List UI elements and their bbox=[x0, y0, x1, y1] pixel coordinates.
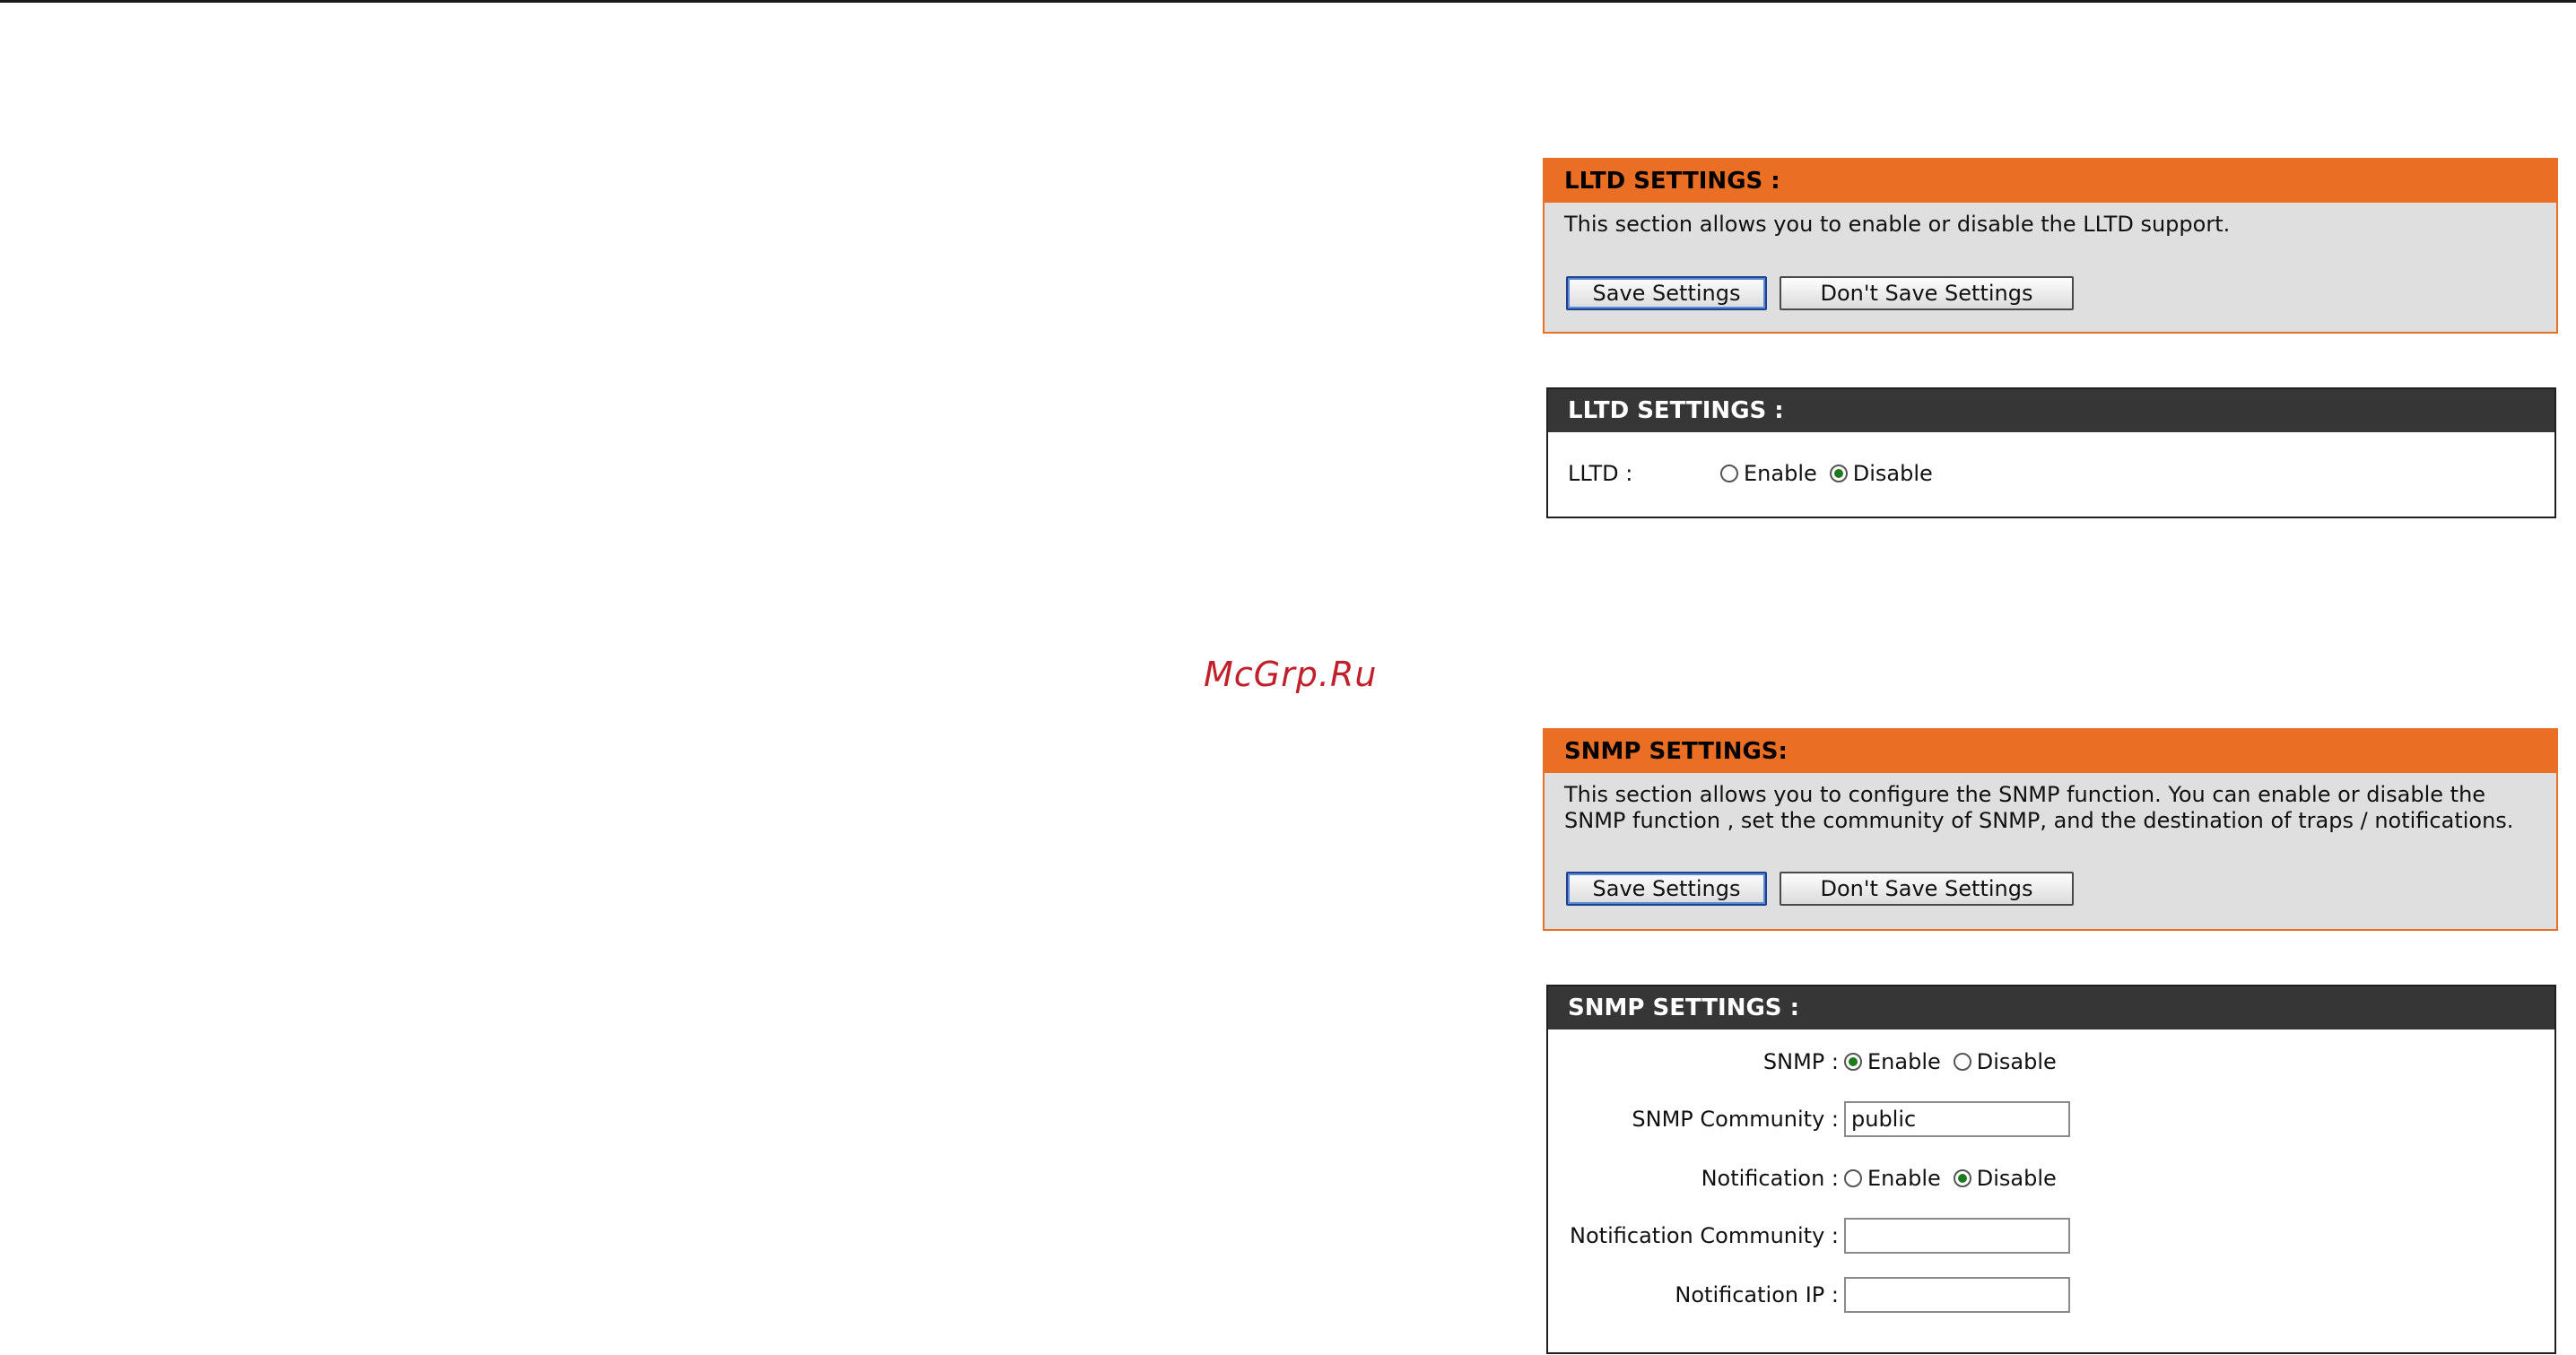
lltd-disable-radio[interactable] bbox=[1829, 465, 1848, 482]
snmp-label: SNMP : bbox=[1762, 1049, 1839, 1074]
snmp-enable-row: SNMP : Enable Disable bbox=[1548, 1044, 2069, 1080]
notification-enable-radio[interactable] bbox=[1844, 1169, 1862, 1187]
notification-community-input[interactable] bbox=[1844, 1218, 2070, 1254]
snmp-action-description: This section allows you to configure the… bbox=[1564, 782, 2514, 833]
lltd-disable-label: Disable bbox=[1852, 461, 1933, 486]
lltd-action-title: LLTD SETTINGS : bbox=[1545, 160, 2556, 203]
lltd-radio-group: Enable Disable bbox=[1720, 461, 1945, 486]
snmp-action-buttons: Save Settings Don't Save Settings bbox=[1566, 872, 2074, 906]
snmp-form-title: SNMP SETTINGS : bbox=[1548, 986, 2554, 1029]
top-divider bbox=[0, 0, 2576, 3]
snmp-enable-option[interactable]: Enable bbox=[1844, 1049, 1941, 1074]
notification-ip-input[interactable] bbox=[1844, 1277, 2070, 1313]
lltd-form-title: LLTD SETTINGS : bbox=[1548, 389, 2554, 432]
lltd-action-description: This section allows you to enable or dis… bbox=[1564, 212, 2231, 237]
notification-disable-radio[interactable] bbox=[1953, 1169, 1971, 1187]
notification-label: Notification : bbox=[1701, 1166, 1839, 1191]
snmp-action-panel: SNMP SETTINGS: This section allows you t… bbox=[1543, 728, 2558, 931]
notification-disable-label: Disable bbox=[1976, 1166, 2057, 1191]
lltd-action-buttons: Save Settings Don't Save Settings bbox=[1566, 276, 2074, 310]
notification-radio-group: Enable Disable bbox=[1844, 1166, 2069, 1191]
snmp-radio-group: Enable Disable bbox=[1844, 1049, 2069, 1074]
lltd-enable-label: Enable bbox=[1744, 461, 1817, 486]
lltd-disable-option[interactable]: Disable bbox=[1829, 461, 1933, 486]
watermark-text: McGrp.Ru bbox=[1204, 655, 1378, 694]
notification-row: Notification : Enable Disable bbox=[1548, 1160, 2069, 1196]
notification-community-row: Notification Community : bbox=[1548, 1218, 2070, 1254]
lltd-label: LLTD : bbox=[1568, 461, 1633, 486]
lltd-save-settings-button[interactable]: Save Settings bbox=[1566, 276, 1767, 310]
lltd-enable-option[interactable]: Enable bbox=[1720, 461, 1817, 486]
snmp-enable-label: Enable bbox=[1867, 1049, 1941, 1074]
snmp-enable-radio[interactable] bbox=[1844, 1053, 1862, 1071]
lltd-action-panel: LLTD SETTINGS : This section allows you … bbox=[1543, 158, 2558, 334]
lltd-enable-radio[interactable] bbox=[1720, 465, 1738, 482]
snmp-dont-save-settings-button[interactable]: Don't Save Settings bbox=[1780, 872, 2074, 906]
lltd-form-panel: LLTD SETTINGS : LLTD : Enable Disable bbox=[1546, 387, 2556, 518]
lltd-dont-save-settings-button[interactable]: Don't Save Settings bbox=[1780, 276, 2074, 310]
snmp-form-panel: SNMP SETTINGS : SNMP : Enable Disable SN… bbox=[1546, 985, 2556, 1354]
notification-ip-label: Notification IP : bbox=[1675, 1282, 1839, 1307]
snmp-community-row: SNMP Community : bbox=[1548, 1101, 2070, 1137]
snmp-action-title: SNMP SETTINGS: bbox=[1545, 730, 2556, 773]
snmp-community-label: SNMP Community : bbox=[1632, 1107, 1839, 1132]
snmp-disable-label: Disable bbox=[1976, 1049, 2057, 1074]
notification-enable-label: Enable bbox=[1867, 1166, 1941, 1191]
snmp-save-settings-button[interactable]: Save Settings bbox=[1566, 872, 1767, 906]
notification-ip-row: Notification IP : bbox=[1548, 1277, 2070, 1313]
snmp-community-input[interactable] bbox=[1844, 1101, 2070, 1137]
snmp-disable-option[interactable]: Disable bbox=[1953, 1049, 2057, 1074]
notification-disable-option[interactable]: Disable bbox=[1953, 1166, 2057, 1191]
snmp-disable-radio[interactable] bbox=[1953, 1053, 1971, 1071]
notification-community-label: Notification Community : bbox=[1570, 1223, 1839, 1248]
lltd-row: LLTD : Enable Disable bbox=[1568, 456, 1945, 491]
notification-enable-option[interactable]: Enable bbox=[1844, 1166, 1941, 1191]
